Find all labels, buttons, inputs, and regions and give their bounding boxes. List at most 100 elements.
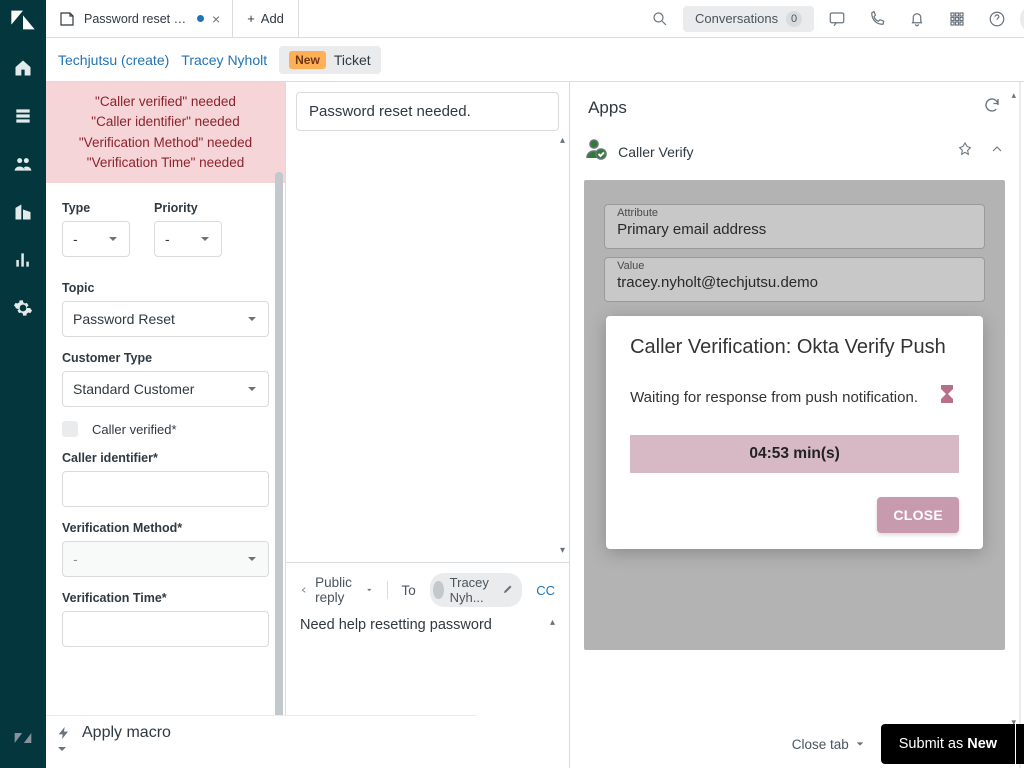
countdown-timer: 04:53 min(s): [630, 435, 959, 473]
caller-verified-checkbox[interactable]: [62, 421, 78, 437]
unsaved-dot-icon: [197, 15, 204, 22]
chat-icon[interactable]: [820, 2, 854, 36]
conversations-label: Conversations: [695, 11, 778, 26]
value-legend: Value: [617, 260, 644, 272]
modal-close-button[interactable]: CLOSE: [877, 497, 959, 533]
pin-icon[interactable]: [957, 141, 973, 162]
zendesk-logo-icon: [9, 6, 37, 34]
verification-method-select[interactable]: -: [62, 541, 269, 577]
reporting-icon[interactable]: [0, 240, 46, 280]
submit-status: New: [967, 736, 997, 752]
value-value: tracey.nyholt@techjutsu.demo: [617, 274, 818, 291]
left-nav: [0, 0, 46, 768]
macro-footer: Apply macro: [46, 715, 476, 768]
apply-macro-dropdown[interactable]: Apply macro: [56, 724, 466, 760]
avatar-icon: [433, 581, 444, 599]
ticket-subject-input[interactable]: Password reset needed.: [296, 92, 559, 131]
validation-line: "Caller identifier" needed: [52, 112, 279, 132]
help-icon[interactable]: [980, 2, 1014, 36]
submit-dropdown[interactable]: [1016, 724, 1024, 764]
customers-icon[interactable]: [0, 144, 46, 184]
home-icon[interactable]: [0, 48, 46, 88]
hourglass-icon: [935, 383, 959, 411]
apps-panel: Apps Caller Verify Attribute Primary ema…: [570, 82, 1020, 768]
zendesk-footer-icon: [0, 718, 46, 758]
search-icon[interactable]: [643, 2, 677, 36]
verification-time-label: Verification Time*: [62, 591, 269, 605]
conversations-count: 0: [786, 11, 802, 27]
submit-button[interactable]: Submit as New: [881, 724, 1015, 764]
type-value: -: [73, 231, 78, 247]
admin-icon[interactable]: [0, 288, 46, 328]
reply-editor[interactable]: Need help resetting password ▴: [300, 617, 555, 727]
priority-label: Priority: [154, 201, 222, 215]
phone-icon[interactable]: [860, 2, 894, 36]
customer-type-select[interactable]: Standard Customer: [62, 371, 269, 407]
validation-warnings: "Caller verified" needed "Caller identif…: [46, 82, 285, 183]
conversations-button[interactable]: Conversations 0: [683, 6, 814, 32]
verification-method-label: Verification Method*: [62, 521, 269, 535]
breadcrumbs: Techjutsu (create) Tracey Nyholt New Tic…: [46, 38, 1024, 82]
refresh-apps-icon[interactable]: [983, 96, 1001, 119]
caller-verify-app-icon: [584, 137, 608, 166]
customer-type-label: Customer Type: [62, 351, 269, 365]
apps-title: Apps: [588, 98, 627, 118]
type-label: Type: [62, 201, 130, 215]
breadcrumb-org[interactable]: Techjutsu (create): [58, 52, 169, 68]
recipient-name: Tracey Nyh...: [450, 575, 497, 605]
collapse-icon[interactable]: [989, 141, 1005, 162]
modal-wait-text: Waiting for response from push notificat…: [630, 389, 918, 406]
scroll-down-icon[interactable]: ▾: [560, 545, 565, 556]
app-body: Attribute Primary email address Value tr…: [584, 180, 1005, 650]
scroll-up-icon[interactable]: ▴: [560, 135, 565, 146]
value-field[interactable]: Value tracey.nyholt@techjutsu.demo: [604, 257, 985, 302]
status-badge: New: [289, 51, 326, 69]
attribute-value: Primary email address: [617, 221, 766, 238]
top-header: Password reset need... × + Add Conversat…: [46, 0, 1024, 38]
topic-value: Password Reset: [73, 311, 175, 327]
profile-avatar[interactable]: [1020, 4, 1024, 34]
apply-macro-label: Apply macro: [82, 724, 171, 742]
submit-prefix: Submit as: [899, 736, 963, 752]
close-tab-button[interactable]: Close tab: [776, 737, 881, 752]
app-name: Caller Verify: [618, 144, 693, 160]
verification-modal: Caller Verification: Okta Verify Push Wa…: [606, 316, 983, 549]
verification-method-value: -: [73, 551, 78, 567]
edit-icon[interactable]: [502, 583, 514, 598]
customer-type-value: Standard Customer: [73, 381, 194, 397]
validation-line: "Verification Time" needed: [52, 153, 279, 173]
add-tab-label: Add: [261, 11, 284, 26]
scrollbar-icon[interactable]: [275, 172, 283, 754]
cc-button[interactable]: CC: [536, 583, 555, 598]
collapse-up-icon[interactable]: ▴: [550, 617, 555, 628]
organizations-icon[interactable]: [0, 192, 46, 232]
breadcrumb-ticket[interactable]: New Ticket: [279, 46, 381, 74]
to-label: To: [401, 583, 415, 598]
reply-type-dropdown[interactable]: Public reply: [300, 575, 373, 605]
workspace-tab[interactable]: Password reset need... ×: [46, 0, 233, 37]
topic-label: Topic: [62, 281, 269, 295]
validation-line: "Verification Method" needed: [52, 133, 279, 153]
conversation-panel: Password reset needed. ▴ ▾ Public reply …: [286, 82, 570, 768]
caller-verified-label: Caller verified*: [92, 422, 177, 437]
plus-icon: +: [247, 11, 255, 26]
close-tab-icon[interactable]: ×: [212, 12, 220, 26]
ticket-footer: Close tab Submit as New: [776, 720, 1024, 768]
attribute-field[interactable]: Attribute Primary email address: [604, 204, 985, 249]
caller-identifier-label: Caller identifier*: [62, 451, 269, 465]
verification-time-input[interactable]: [62, 611, 269, 647]
bell-icon[interactable]: [900, 2, 934, 36]
views-icon[interactable]: [0, 96, 46, 136]
ticket-fields-panel: "Caller verified" needed "Caller identif…: [46, 82, 286, 768]
app-switcher-icon[interactable]: [940, 2, 974, 36]
topic-select[interactable]: Password Reset: [62, 301, 269, 337]
breadcrumb-user[interactable]: Tracey Nyholt: [181, 52, 267, 68]
caller-identifier-input[interactable]: [62, 471, 269, 507]
priority-value: -: [165, 231, 170, 247]
ticket-tab-icon: [58, 10, 76, 28]
add-tab-button[interactable]: + Add: [233, 0, 299, 37]
priority-select[interactable]: -: [154, 221, 222, 257]
type-select[interactable]: -: [62, 221, 130, 257]
recipient-chip[interactable]: Tracey Nyh...: [430, 573, 523, 607]
ticket-label: Ticket: [334, 52, 371, 68]
